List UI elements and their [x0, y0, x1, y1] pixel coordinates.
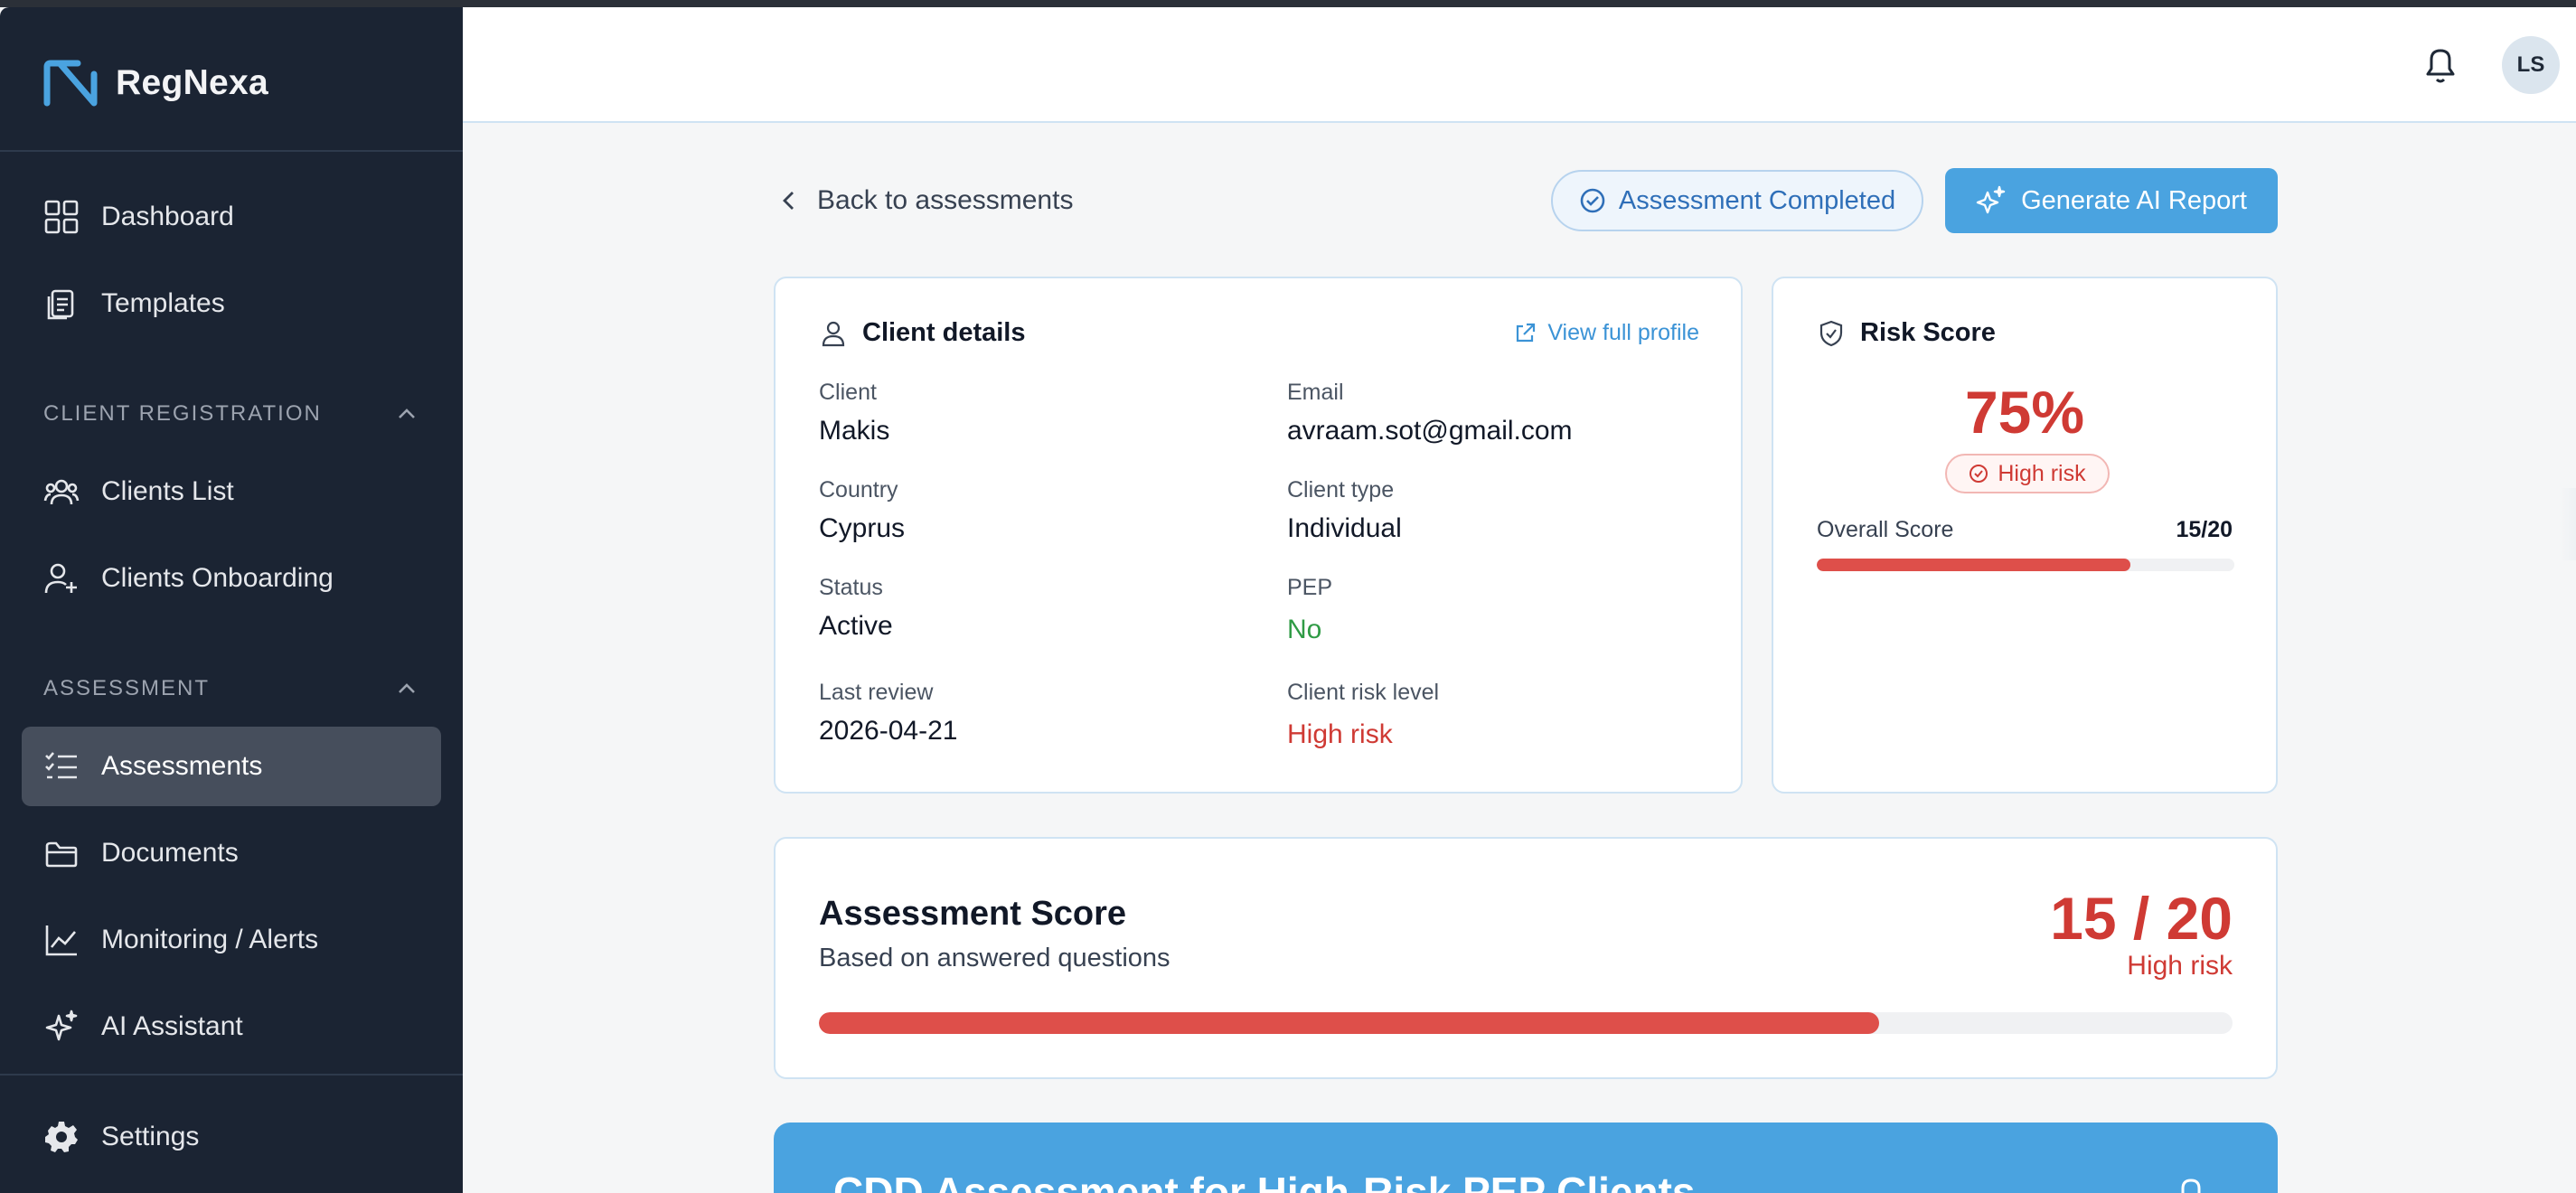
status-label: Assessment Completed: [1618, 185, 1896, 215]
sidebar-item-settings[interactable]: Settings: [22, 1097, 441, 1177]
bell-icon[interactable]: [2421, 43, 2460, 87]
country-value: Cyprus: [819, 513, 906, 543]
overall-score-label: Overall Score: [1817, 517, 1954, 542]
sidebar-item-label: Documents: [101, 838, 239, 868]
back-to-assessments-link[interactable]: Back to assessments: [776, 177, 1073, 224]
view-full-profile-link[interactable]: View full profile: [1513, 320, 1699, 346]
risk-badge: High risk: [1945, 454, 2110, 493]
chevron-up-icon: [399, 409, 415, 418]
pep-value: No: [1287, 615, 1322, 644]
chevron-left-icon: [783, 192, 794, 210]
status-label: Status: [819, 575, 883, 600]
sidebar-item-label: Monitoring / Alerts: [101, 925, 319, 954]
client-label: Client: [819, 380, 877, 405]
card-title-text: Risk Score: [1860, 318, 1996, 347]
user-plus-icon: [42, 559, 81, 598]
sidebar-item-monitoring-alerts[interactable]: Monitoring / Alerts: [22, 900, 441, 980]
assessment-score-card: Assessment Score Based on answered quest…: [774, 837, 2278, 1079]
sidebar-item-label: Assessments: [101, 751, 263, 781]
bell-icon[interactable]: [2173, 1173, 2209, 1193]
section-label: ASSESSMENT: [43, 676, 211, 700]
sidebar-divider: [0, 150, 463, 152]
avatar[interactable]: LS: [2502, 36, 2560, 94]
overall-score-value: 15/20: [2176, 517, 2233, 542]
client-details-card: Client details View full profile Client …: [774, 277, 1743, 794]
client-type-label: Client type: [1287, 477, 1395, 503]
assessment-banner-title: CDD Assessment for High-Risk PEP Clients: [833, 1169, 1696, 1193]
card-title-text: Client details: [862, 318, 1026, 347]
shield-check-icon: [1819, 320, 1843, 346]
risk-level-label: Client risk level: [1287, 680, 1440, 705]
window-top-strip: [0, 0, 2576, 7]
checklist-icon: [42, 747, 81, 786]
sidebar-item-label: Templates: [101, 288, 225, 318]
email-label: Email: [1287, 380, 1344, 405]
templates-icon: [42, 284, 81, 324]
assessment-score-subtitle: Based on answered questions: [819, 944, 1170, 972]
sidebar-item-dashboard[interactable]: Dashboard: [22, 177, 441, 257]
sidebar-item-label: Clients List: [101, 476, 234, 506]
sidebar-divider: [0, 1074, 463, 1076]
section-assessment[interactable]: ASSESSMENT: [43, 671, 419, 707]
sidebar-item-label: Dashboard: [101, 202, 234, 231]
risk-level-value: High risk: [1287, 719, 1393, 749]
email-value: avraam.sot@gmail.com: [1287, 416, 1573, 446]
ai-button-label: Generate AI Report: [2021, 185, 2247, 215]
sidebar-item-clients-onboarding[interactable]: Clients Onboarding: [22, 539, 441, 618]
overall-score-progress: [1817, 559, 2234, 571]
top-header: [463, 7, 2576, 123]
section-label: CLIENT REGISTRATION: [43, 401, 322, 426]
generate-ai-report-button[interactable]: Generate AI Report: [1945, 168, 2278, 233]
sidebar-item-label: Clients Onboarding: [101, 563, 334, 593]
folder-icon: [42, 833, 81, 873]
assessment-score-level: High risk: [2127, 951, 2233, 981]
sparkles-icon: [42, 1007, 81, 1047]
brand[interactable]: RegNexa: [42, 56, 268, 110]
risk-score-card: Risk Score 75% High risk Overall Score 1…: [1772, 277, 2278, 794]
last-review-label: Last review: [819, 680, 934, 705]
regnexa-logo-icon: [43, 60, 98, 107]
sidebar-item-documents[interactable]: Documents: [22, 813, 441, 893]
pep-label: PEP: [1287, 575, 1333, 600]
risk-score-title: Risk Score: [1817, 318, 1996, 348]
sidebar: RegNexa Dashboard Templates CLIENT REGIS…: [0, 7, 463, 1193]
sidebar-item-clients-list[interactable]: Clients List: [22, 452, 441, 531]
sidebar-item-label: AI Assistant: [101, 1011, 243, 1041]
client-type-value: Individual: [1287, 513, 1402, 543]
sidebar-item-ai-assistant[interactable]: AI Assistant: [22, 987, 441, 1066]
external-link-icon: [1517, 323, 1536, 342]
user-icon: [822, 321, 845, 346]
assessment-score-value: 15 / 20: [2050, 885, 2233, 952]
view-profile-label: View full profile: [1547, 320, 1699, 345]
risk-badge-label: High risk: [1998, 460, 2086, 486]
assessment-score-title: Assessment Score: [819, 895, 1127, 933]
client-details-title: Client details: [819, 318, 1026, 348]
assessment-banner: CDD Assessment for High-Risk PEP Clients: [774, 1123, 2278, 1193]
check-circle-icon: [1970, 465, 1988, 483]
gear-icon: [42, 1117, 81, 1157]
country-label: Country: [819, 477, 898, 503]
brand-name: RegNexa: [116, 63, 269, 102]
check-circle-icon: [1580, 188, 1605, 213]
sidebar-item-label: Settings: [101, 1122, 200, 1151]
last-review-value: 2026-04-21: [819, 716, 958, 746]
client-value: Makis: [819, 416, 890, 446]
sparkles-icon: [1976, 185, 2006, 214]
sidebar-item-templates[interactable]: Templates: [22, 264, 441, 343]
sidebar-item-assessments[interactable]: Assessments: [22, 727, 441, 806]
back-label: Back to assessments: [817, 185, 1074, 215]
risk-percent: 75%: [1964, 379, 2085, 446]
overall-score-progress-fill: [1817, 559, 2130, 571]
clients-icon: [42, 472, 81, 512]
status-value: Active: [819, 611, 893, 641]
assessment-score-progress-fill: [819, 1012, 1879, 1034]
status-badge: Assessment Completed: [1551, 170, 1923, 231]
chart-line-icon: [42, 920, 81, 960]
dashboard-icon: [42, 197, 81, 237]
section-client-registration[interactable]: CLIENT REGISTRATION: [43, 396, 419, 432]
assessment-score-progress: [819, 1012, 2233, 1034]
scroll-edge: [2560, 488, 2576, 560]
chevron-up-icon: [399, 683, 415, 693]
